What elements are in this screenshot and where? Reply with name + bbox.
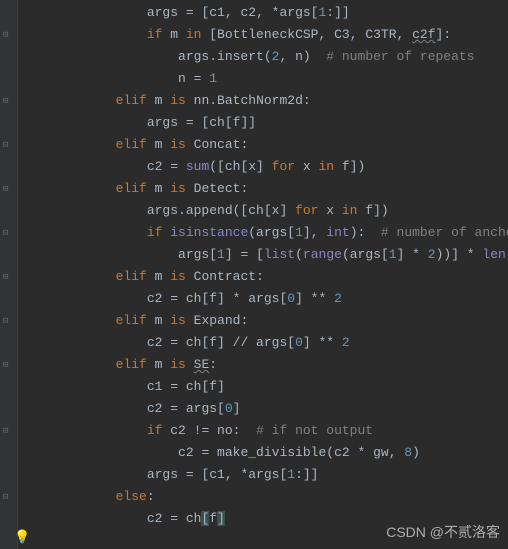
- code-line[interactable]: c2 = make_divisible(c2 * gw, 8): [22, 442, 508, 464]
- code-line[interactable]: c2 = ch[f] * args[0] ** 2: [22, 288, 508, 310]
- code-line[interactable]: elif m is Concat:: [22, 134, 508, 156]
- fold-marker-icon[interactable]: ⊟: [3, 228, 13, 238]
- code-line[interactable]: args.insert(2, n) # number of repeats: [22, 46, 508, 68]
- fold-marker-icon[interactable]: ⊟: [3, 272, 13, 282]
- fold-marker-icon[interactable]: ⊟: [3, 316, 13, 326]
- code-line[interactable]: args[1] = [list(range(args[1] * 2))] * l…: [22, 244, 508, 266]
- watermark: CSDN @不贰洛客: [386, 521, 500, 543]
- fold-marker-icon[interactable]: ⊟: [3, 426, 13, 436]
- code-line[interactable]: else:: [22, 486, 508, 508]
- code-line[interactable]: c2 = sum([ch[x] for x in f]): [22, 156, 508, 178]
- code-line[interactable]: args = [c1, c2, *args[1:]]: [22, 2, 508, 24]
- gutter: ⊟ ⊟ ⊟ ⊟ ⊟ ⊟ ⊟ ⊟ ⊟ ⊟: [0, 0, 18, 549]
- code-line[interactable]: if c2 != no: # if not output: [22, 420, 508, 442]
- code-line[interactable]: c1 = ch[f]: [22, 376, 508, 398]
- fold-marker-icon[interactable]: ⊟: [3, 140, 13, 150]
- code-line[interactable]: c2 = args[0]: [22, 398, 508, 420]
- code-line[interactable]: if isinstance(args[1], int): # number of…: [22, 222, 508, 244]
- code-line[interactable]: args.append([ch[x] for x in f]): [22, 200, 508, 222]
- fold-marker-icon[interactable]: ⊟: [3, 492, 13, 502]
- code-line[interactable]: elif m is Detect:: [22, 178, 508, 200]
- code-line[interactable]: elif m is SE:: [22, 354, 508, 376]
- code-line[interactable]: if m in [BottleneckCSP, C3, C3TR, c2f]:: [22, 24, 508, 46]
- code-line[interactable]: n = 1: [22, 68, 508, 90]
- fold-marker-icon[interactable]: ⊟: [3, 30, 13, 40]
- fold-marker-icon[interactable]: ⊟: [3, 184, 13, 194]
- code-line[interactable]: args = [c1, *args[1:]]: [22, 464, 508, 486]
- code-line[interactable]: elif m is Expand:: [22, 310, 508, 332]
- code-line[interactable]: elif m is Contract:: [22, 266, 508, 288]
- fold-marker-icon[interactable]: ⊟: [3, 360, 13, 370]
- code-area[interactable]: args = [c1, c2, *args[1:]] if m in [Bott…: [18, 0, 508, 549]
- fold-marker-icon[interactable]: ⊟: [3, 96, 13, 106]
- code-editor[interactable]: ⊟ ⊟ ⊟ ⊟ ⊟ ⊟ ⊟ ⊟ ⊟ ⊟ args = [c1, c2, *args[1:]] if…: [0, 0, 508, 549]
- code-line[interactable]: elif m is nn.BatchNorm2d:: [22, 90, 508, 112]
- code-line[interactable]: args = [ch[f]]: [22, 112, 508, 134]
- intention-bulb-icon[interactable]: 💡: [14, 527, 30, 549]
- code-line[interactable]: c2 = ch[f] // args[0] ** 2: [22, 332, 508, 354]
